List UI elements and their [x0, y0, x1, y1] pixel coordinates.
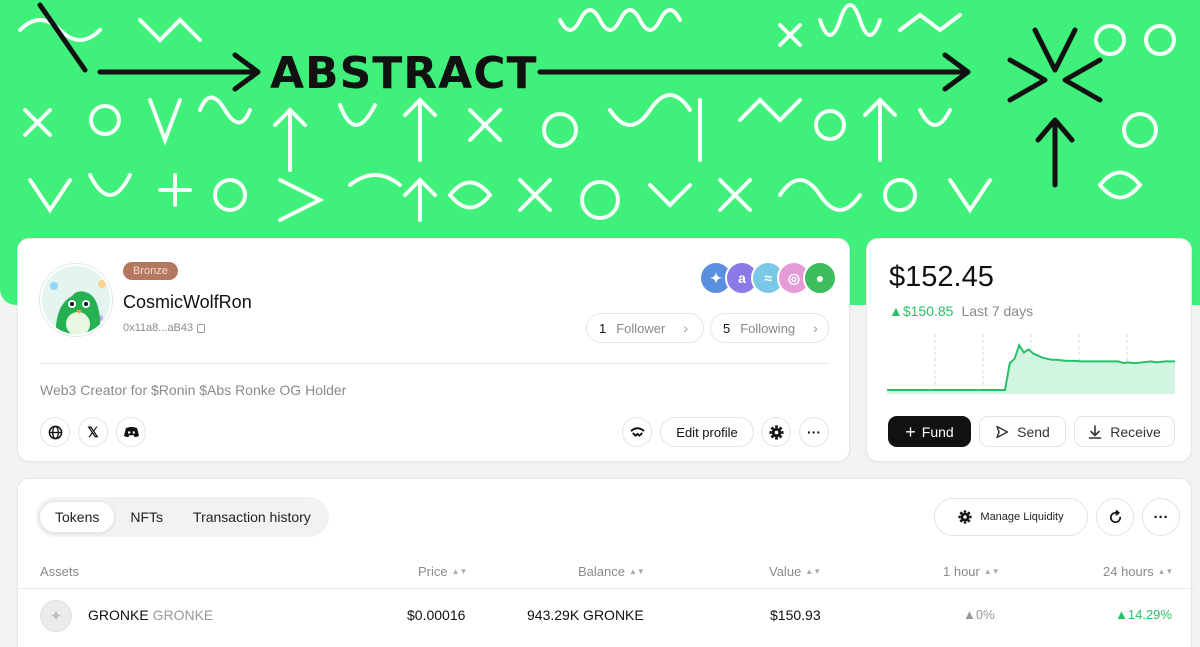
token-balance: 943.29K GRONKE — [527, 607, 644, 623]
gear-icon — [958, 510, 972, 524]
balance-change: ▲$150.85 Last 7 days — [889, 303, 1033, 319]
balance-sparkline — [887, 334, 1175, 394]
achievement-badges[interactable]: ✦ a ≈ ◎ ● — [699, 261, 837, 295]
column-label: 24 hours — [1103, 564, 1154, 579]
chevron-right-icon: › — [683, 320, 689, 336]
bio: Web3 Creator for $Ronin $Abs Ronke OG Ho… — [40, 382, 347, 398]
followers-button[interactable]: 1 Follower › — [586, 313, 704, 343]
following-count: 5 — [723, 320, 731, 336]
divider — [40, 363, 829, 364]
token-name: GRONKE — [88, 607, 149, 623]
copy-icon[interactable] — [197, 323, 206, 333]
change-period: Last 7 days — [961, 303, 1034, 319]
receive-label: Receive — [1110, 423, 1161, 440]
tab-transaction-history[interactable]: Transaction history — [178, 501, 326, 533]
sort-icon: ▲▼ — [628, 567, 645, 576]
send-button[interactable]: Send — [979, 416, 1066, 447]
token-value: $150.93 — [770, 607, 821, 623]
receive-button[interactable]: Receive — [1074, 416, 1175, 447]
send-label: Send — [1017, 423, 1050, 440]
avatar[interactable] — [40, 264, 112, 336]
manage-liquidity-button[interactable]: Manage Liquidity — [934, 498, 1088, 536]
sort-icon: ▲▼ — [451, 567, 468, 576]
balance-amount: $152.45 — [889, 261, 994, 293]
token-ticker: GRONKE — [152, 607, 214, 623]
token-icon: ✦ — [40, 600, 72, 632]
asset-tabs: Tokens NFTs Transaction history — [36, 497, 329, 537]
column-header-value[interactable]: Value ▲▼ — [769, 564, 821, 579]
sort-icon: ▲▼ — [805, 567, 822, 576]
more-icon[interactable]: ··· — [1142, 498, 1180, 536]
change-value: ▲$150.85 — [889, 303, 954, 319]
fund-button[interactable]: + Fund — [888, 416, 971, 447]
tier-badge: Bronze — [123, 262, 178, 280]
following-button[interactable]: 5 Following › — [710, 313, 829, 343]
manage-liquidity-label: Manage Liquidity — [980, 511, 1064, 523]
sort-icon: ▲▼ — [983, 567, 1000, 576]
tab-tokens[interactable]: Tokens — [39, 501, 116, 533]
column-header-balance[interactable]: Balance ▲▼ — [578, 564, 645, 579]
assets-card: Tokens NFTs Transaction history Manage L… — [17, 478, 1193, 647]
edit-profile-button[interactable]: Edit profile — [660, 417, 754, 447]
token-change-1h: ▲0% — [963, 607, 995, 622]
divider — [18, 588, 1193, 589]
wallet-connect-icon[interactable] — [622, 417, 652, 447]
globe-icon[interactable] — [40, 417, 70, 447]
token-change-24h: ▲14.29% — [1115, 607, 1172, 622]
send-icon — [996, 425, 1009, 438]
address-text: 0x11a8...aB43 — [123, 322, 194, 334]
table-row[interactable]: GRONKE GRONKE — [88, 607, 213, 623]
sort-icon: ▲▼ — [1157, 567, 1174, 576]
download-icon — [1088, 424, 1102, 439]
column-label: Value — [769, 564, 802, 579]
column-header-price[interactable]: Price ▲▼ — [418, 564, 467, 579]
more-icon[interactable]: ··· — [799, 417, 829, 447]
column-header-1-hour[interactable]: 1 hour ▲▼ — [943, 564, 1000, 579]
balance-card: $152.45 ▲$150.85 Last 7 days + Fund Send… — [866, 238, 1192, 462]
column-header-24-hours[interactable]: 24 hours ▲▼ — [1103, 564, 1173, 579]
username: CosmicWolfRon — [123, 292, 252, 312]
x-icon[interactable]: 𝕏 — [78, 417, 108, 447]
following-label: Following — [740, 320, 796, 336]
token-price: $0.00016 — [407, 607, 466, 623]
tab-nfts[interactable]: NFTs — [115, 501, 178, 533]
followers-count: 1 — [599, 320, 607, 336]
badge-icon: ● — [803, 261, 837, 295]
followers-label: Follower — [616, 320, 666, 336]
refresh-icon[interactable] — [1096, 498, 1134, 536]
discord-icon[interactable] — [116, 417, 146, 447]
column-label: 1 hour — [943, 564, 980, 579]
profile-card: Bronze CosmicWolfRon 0x11a8...aB43 ✦ a ≈… — [17, 238, 850, 462]
chevron-right-icon: › — [813, 320, 818, 336]
wallet-address[interactable]: 0x11a8...aB43 — [123, 322, 206, 334]
fund-label: Fund — [921, 423, 954, 440]
plus-icon: + — [905, 421, 916, 442]
column-label: Price — [418, 564, 448, 579]
column-header-assets: Assets — [40, 564, 79, 579]
column-label: Assets — [40, 564, 80, 579]
gear-icon[interactable] — [761, 417, 791, 447]
banner-title: ABSTRACT — [270, 48, 538, 99]
column-label: Balance — [578, 564, 625, 579]
